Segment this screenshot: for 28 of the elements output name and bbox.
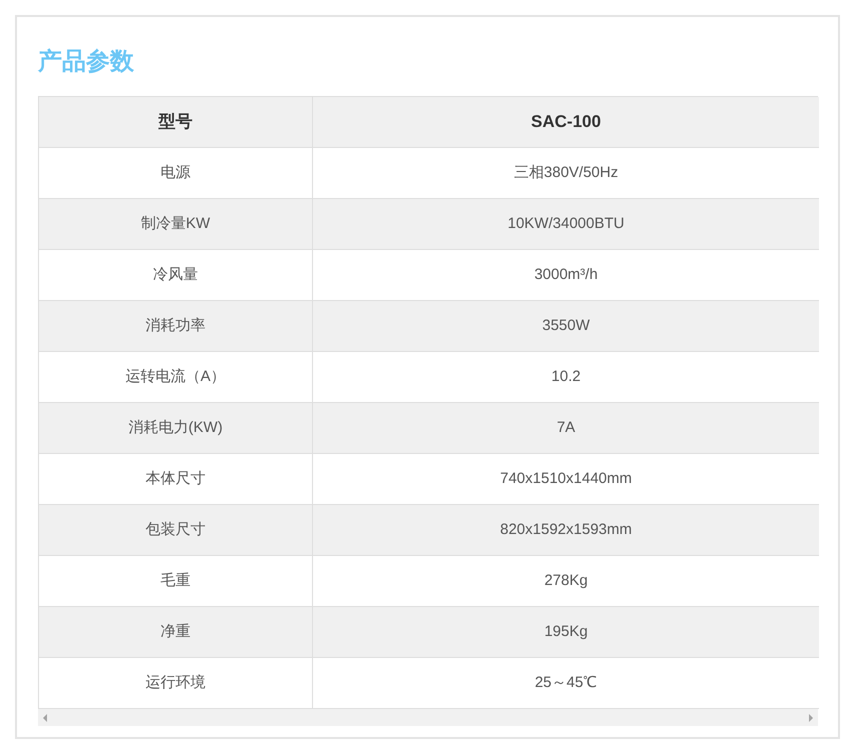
table-cell: 运转电流（A）: [39, 352, 313, 403]
table-cell: 25～45℃: [313, 658, 819, 709]
table-cell: 三相380V/50Hz: [313, 148, 819, 199]
section-title: 产品参数: [38, 47, 135, 77]
table-cell: 包装尺寸: [39, 505, 313, 556]
table-cell: 195Kg: [313, 607, 819, 658]
table-cell: 740x1510x1440mm: [313, 454, 819, 505]
table-cell: 本体尺寸: [39, 454, 313, 505]
table-cell: 运行环境: [39, 658, 313, 709]
scroll-right-icon[interactable]: [808, 714, 814, 722]
table-cell: 毛重: [39, 556, 313, 607]
table-cell: 3000m³/h: [313, 250, 819, 301]
table-cell: 制冷量KW: [39, 199, 313, 250]
table-cell: 电源: [39, 148, 313, 199]
table-cell: 3550W: [313, 301, 819, 352]
column-header: 型号: [39, 97, 313, 148]
table-cell: 冷风量: [39, 250, 313, 301]
scroll-left-icon[interactable]: [42, 714, 48, 722]
table-cell: 10KW/34000BTU: [313, 199, 819, 250]
table-cell: 7A: [313, 403, 819, 454]
table-cell: 278Kg: [313, 556, 819, 607]
column-header: SAC-100: [313, 97, 819, 148]
table-cell: 净重: [39, 607, 313, 658]
horizontal-scrollbar[interactable]: [38, 709, 818, 726]
table-cell: 消耗功率: [39, 301, 313, 352]
table-cell: 10.2: [313, 352, 819, 403]
table-cell: 820x1592x1593mm: [313, 505, 819, 556]
table-cell: 消耗电力(KW): [39, 403, 313, 454]
